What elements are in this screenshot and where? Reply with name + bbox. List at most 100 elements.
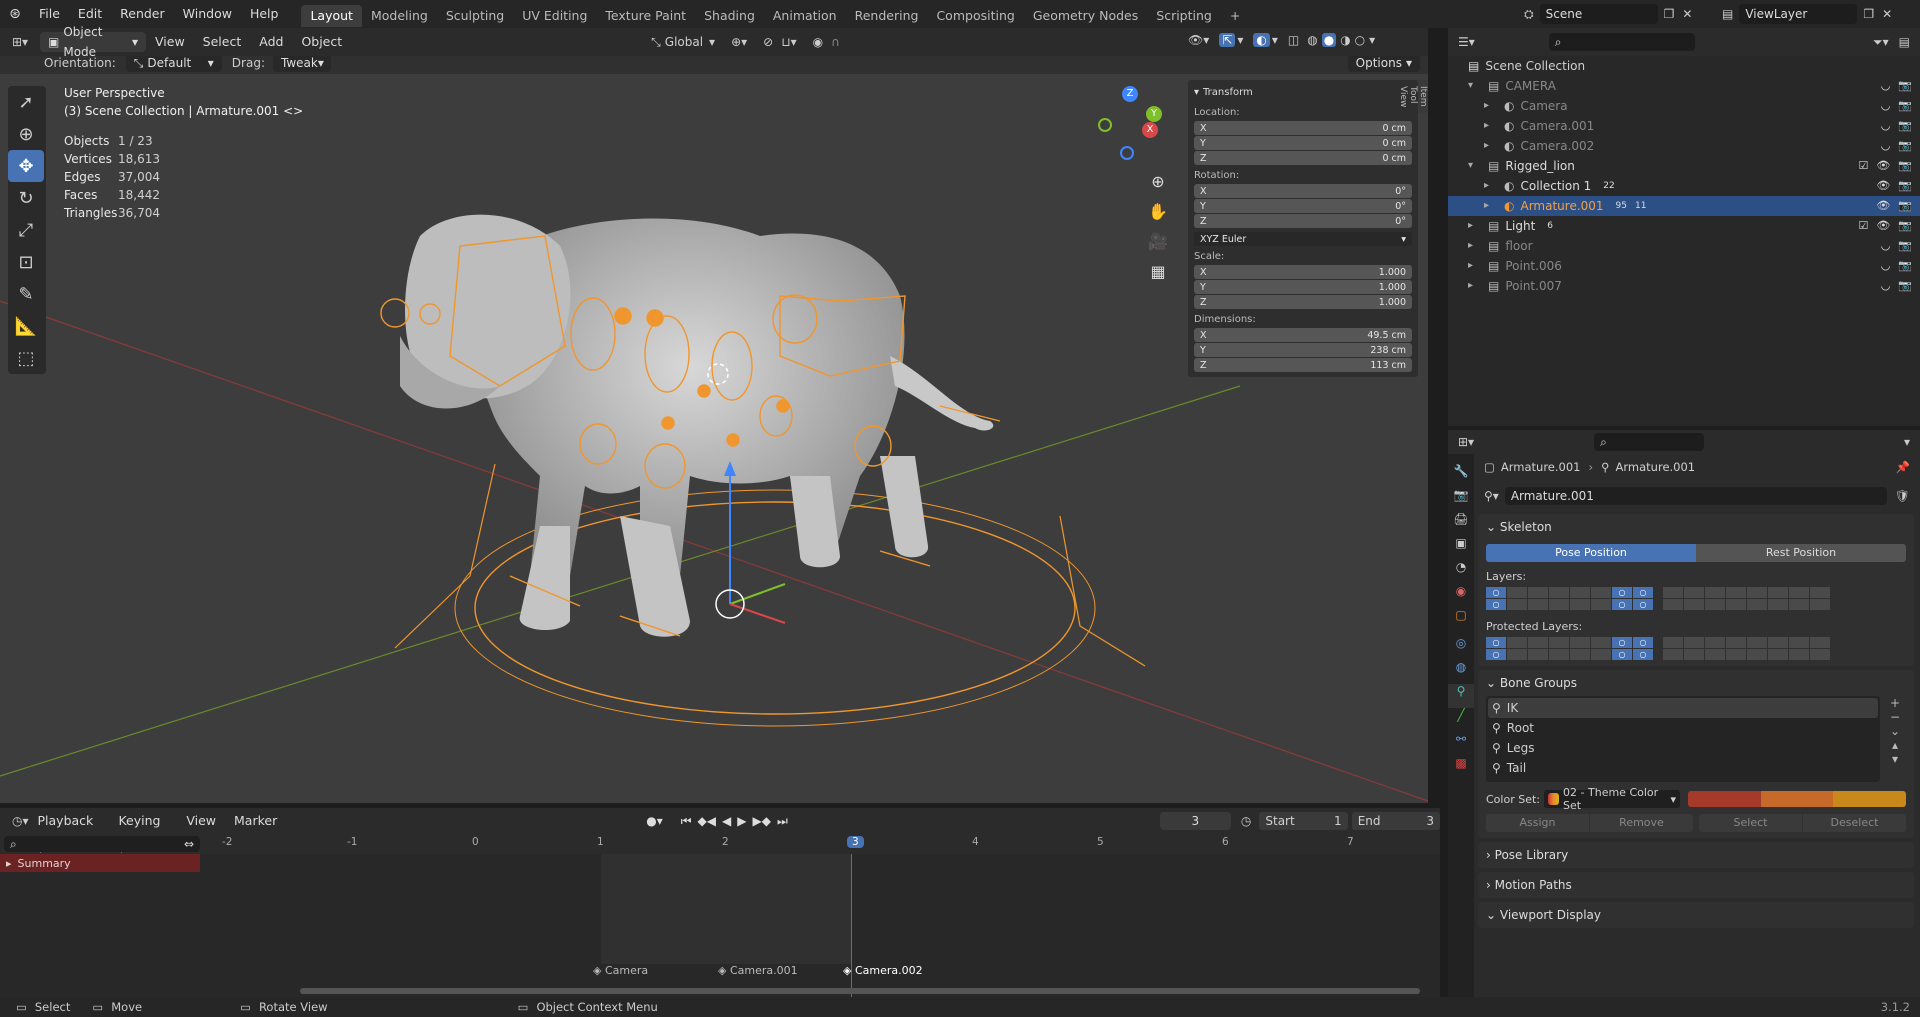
record-icon[interactable]: ●▾ bbox=[646, 814, 663, 828]
eye-icon[interactable]: ◡ bbox=[1881, 116, 1891, 136]
layer-cell[interactable] bbox=[1726, 649, 1746, 660]
viewport-menu-select[interactable]: Select bbox=[194, 28, 251, 56]
playhead-line[interactable] bbox=[851, 854, 852, 1001]
layer-cell[interactable] bbox=[1591, 587, 1611, 598]
gizmo-toggle-icon[interactable]: ⇱ bbox=[1219, 33, 1236, 47]
color-set-dropdown[interactable]: 02 - Theme Color Set ▾ bbox=[1544, 786, 1680, 812]
shading-dropdown-icon[interactable]: ▾ bbox=[1369, 33, 1375, 47]
camera-icon[interactable]: 📷 bbox=[1898, 276, 1912, 296]
layer-cell[interactable] bbox=[1747, 587, 1767, 598]
gizmo-dropdown-icon[interactable]: ▾ bbox=[1237, 33, 1243, 47]
clock-icon[interactable]: ◷ bbox=[1241, 814, 1251, 828]
output-tab-icon[interactable]: 🖨 bbox=[1448, 512, 1474, 536]
drag-dropdown[interactable]: Tweak ▾ bbox=[272, 56, 331, 72]
layer-cell[interactable] bbox=[1549, 637, 1569, 648]
xray-icon[interactable]: ◫ bbox=[1288, 33, 1299, 47]
tool-tab-icon[interactable]: 🔧 bbox=[1448, 464, 1474, 488]
outliner-row[interactable]: ▸ ◐ Camera ◡ 📷 bbox=[1448, 96, 1920, 116]
n-tab-tool[interactable]: Tool bbox=[1408, 80, 1418, 113]
layer-cell[interactable] bbox=[1747, 599, 1767, 610]
layer-cell[interactable] bbox=[1507, 637, 1527, 648]
add-cube-tool-icon[interactable]: ⬚ bbox=[8, 342, 44, 374]
chevron-down-icon[interactable]: ⌄ bbox=[1884, 724, 1906, 738]
scale-z-field[interactable]: Z 1.000 bbox=[1194, 295, 1412, 309]
navigation-gizmo[interactable]: Z X Y bbox=[1092, 86, 1162, 160]
rest-position-button[interactable]: Rest Position bbox=[1696, 544, 1906, 562]
outliner-row[interactable]: ▾ ▤ Rigged_lion ☑ 👁 📷 bbox=[1448, 156, 1920, 176]
location-x-field[interactable]: X 0 cm bbox=[1194, 121, 1412, 135]
scale-tool-icon[interactable]: ⤢ bbox=[8, 214, 44, 246]
material-shading-icon[interactable]: ◑ bbox=[1340, 33, 1350, 47]
options-chevron-icon[interactable]: ▾ bbox=[1904, 435, 1910, 449]
layer-cell[interactable] bbox=[1507, 587, 1527, 598]
solid-shading-icon[interactable]: ● bbox=[1321, 33, 1337, 47]
filter-icon[interactable]: ⏷▾ bbox=[1873, 35, 1889, 50]
overlay-toggle-icon[interactable]: ◐ bbox=[1253, 33, 1270, 47]
add-workspace-button[interactable]: + bbox=[1221, 5, 1249, 27]
gizmo-y-axis[interactable]: Y bbox=[1146, 106, 1162, 122]
layer-cell[interactable] bbox=[1768, 587, 1788, 598]
pose-library-panel[interactable]: › Pose Library bbox=[1478, 842, 1914, 868]
pose-position-button[interactable]: Pose Position bbox=[1486, 544, 1696, 562]
layer-cell[interactable] bbox=[1789, 649, 1809, 660]
view-layer-selector[interactable]: ▤ ViewLayer ❐ ✕ bbox=[1722, 4, 1892, 24]
layer-cell[interactable] bbox=[1789, 637, 1809, 648]
chevron-down-icon[interactable]: ▾ bbox=[1468, 76, 1482, 96]
rendered-shading-icon[interactable]: ○ bbox=[1355, 33, 1365, 47]
camera-icon[interactable]: 📷 bbox=[1898, 196, 1912, 216]
child-count-badge[interactable]: 6 bbox=[1547, 216, 1553, 236]
n-tab-view[interactable]: View bbox=[1398, 80, 1408, 113]
tab-geometry-nodes[interactable]: Geometry Nodes bbox=[1024, 5, 1147, 27]
eye-icon[interactable]: 👁 bbox=[1876, 196, 1890, 216]
list-item[interactable]: ⚲ Root bbox=[1488, 718, 1878, 738]
scene-tab-icon[interactable]: ◔ bbox=[1448, 560, 1474, 584]
properties-search-input[interactable]: ⌕ bbox=[1594, 433, 1705, 451]
texture-tab-icon[interactable]: ▩ bbox=[1448, 756, 1474, 780]
overlay-dropdown-icon[interactable]: ▾ bbox=[1272, 33, 1278, 47]
chevron-right-icon[interactable]: ▸ bbox=[1484, 96, 1498, 116]
view-layer-field[interactable]: ViewLayer bbox=[1739, 4, 1858, 24]
modifier-count-badge[interactable]: 11 bbox=[1635, 196, 1646, 216]
new-collection-icon[interactable]: ▤ bbox=[1899, 35, 1910, 49]
layer-cell[interactable] bbox=[1726, 599, 1746, 610]
layer-cell[interactable] bbox=[1810, 599, 1830, 610]
layer-cell[interactable] bbox=[1549, 599, 1569, 610]
eye-icon[interactable]: ◡ bbox=[1881, 136, 1891, 156]
armature-datablock-icon[interactable]: ⚲▾ bbox=[1484, 489, 1499, 503]
layer-cell[interactable] bbox=[1768, 599, 1788, 610]
remove-button[interactable]: Remove bbox=[1590, 814, 1693, 832]
start-frame-field[interactable]: Start 1 bbox=[1259, 812, 1348, 830]
child-count-badge[interactable]: 95 bbox=[1616, 196, 1627, 216]
add-icon[interactable]: + bbox=[1884, 696, 1906, 710]
transform-orientation-dropdown[interactable]: ⤡ Global ▾ bbox=[651, 35, 715, 50]
tab-shading[interactable]: Shading bbox=[695, 5, 764, 27]
visibility-icon[interactable]: 👁▾ bbox=[1188, 33, 1209, 47]
layer-cell[interactable] bbox=[1528, 599, 1548, 610]
layer-cell[interactable] bbox=[1684, 649, 1704, 660]
dimensions-x-field[interactable]: X 49.5 cm bbox=[1194, 328, 1412, 342]
bone-tab-icon[interactable]: ╱ bbox=[1448, 708, 1474, 732]
outliner-root[interactable]: ▤ Scene Collection bbox=[1448, 56, 1920, 76]
menu-help[interactable]: Help bbox=[241, 0, 288, 28]
layer-cell[interactable] bbox=[1663, 599, 1683, 610]
frame-ruler[interactable]: -2 -1 0 1 2 3 4 5 6 7 bbox=[200, 834, 1440, 854]
layer-cell[interactable] bbox=[1810, 587, 1830, 598]
layer-cell[interactable] bbox=[1663, 637, 1683, 648]
layer-cell[interactable] bbox=[1705, 587, 1725, 598]
layer-cell[interactable]: ○ bbox=[1612, 637, 1632, 648]
jump-start-icon[interactable]: ⏮ bbox=[681, 814, 692, 829]
tab-uv-editing[interactable]: UV Editing bbox=[513, 5, 596, 27]
layer-cell[interactable]: ○ bbox=[1612, 587, 1632, 598]
layers-grid[interactable]: ○ ○ ○ ○ ○ ○ bbox=[1486, 587, 1906, 610]
layer-cell[interactable] bbox=[1507, 599, 1527, 610]
tab-animation[interactable]: Animation bbox=[764, 5, 846, 27]
chevron-right-icon[interactable]: ▸ bbox=[1468, 216, 1482, 236]
layer-cell[interactable] bbox=[1705, 649, 1725, 660]
proportional-edit-icon[interactable]: ◉ bbox=[813, 35, 823, 49]
eye-icon[interactable]: ◡ bbox=[1881, 256, 1891, 276]
timeline-marker[interactable]: ◈ Camera bbox=[593, 964, 648, 977]
move-tool-icon[interactable]: ✥ bbox=[8, 150, 44, 182]
eye-icon[interactable]: ◡ bbox=[1881, 236, 1891, 256]
annotate-tool-icon[interactable]: ✎ bbox=[8, 278, 44, 310]
layer-cell[interactable]: ○ bbox=[1486, 599, 1506, 610]
